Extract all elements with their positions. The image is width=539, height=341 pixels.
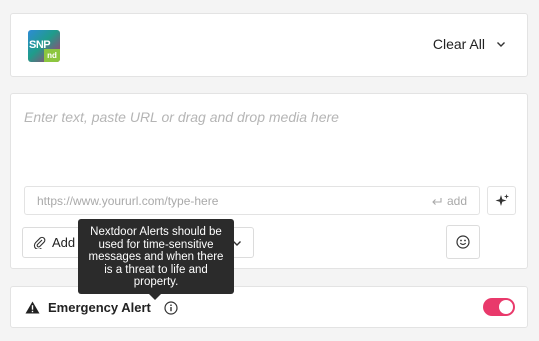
clear-all-label: Clear All xyxy=(432,36,485,52)
url-add-label: add xyxy=(446,194,467,208)
ai-assist-button[interactable] xyxy=(487,186,516,215)
emergency-alert-toggle[interactable] xyxy=(483,298,515,316)
tooltip-arrow xyxy=(149,294,161,300)
info-tooltip: Nextdoor Alerts should be used for time-… xyxy=(78,219,234,294)
emergency-alert-row: Emergency Alert xyxy=(25,300,178,315)
sparkle-icon xyxy=(495,193,509,206)
emergency-alert-label: Emergency Alert xyxy=(48,300,151,315)
emoji-button[interactable] xyxy=(446,225,480,259)
info-icon[interactable] xyxy=(164,300,178,315)
paperclip-icon xyxy=(33,236,46,249)
clear-all-button[interactable]: Clear All xyxy=(433,36,507,52)
return-arrow-icon xyxy=(432,197,442,205)
toggle-knob xyxy=(499,300,513,314)
url-add-button[interactable]: add xyxy=(431,194,467,208)
smiley-icon xyxy=(456,235,470,249)
brand-logo: SNP nd xyxy=(28,30,60,62)
logo-badge: nd xyxy=(44,49,60,62)
chevron-down-icon xyxy=(497,42,505,47)
url-field[interactable]: https://www.yoururl.com/type-here add xyxy=(24,186,480,215)
post-text-input[interactable]: Enter text, paste URL or drag and drop m… xyxy=(24,109,339,125)
header-card: SNP nd Clear All xyxy=(10,13,528,77)
url-input[interactable]: https://www.yoururl.com/type-here xyxy=(37,194,218,208)
warning-icon xyxy=(25,301,40,314)
